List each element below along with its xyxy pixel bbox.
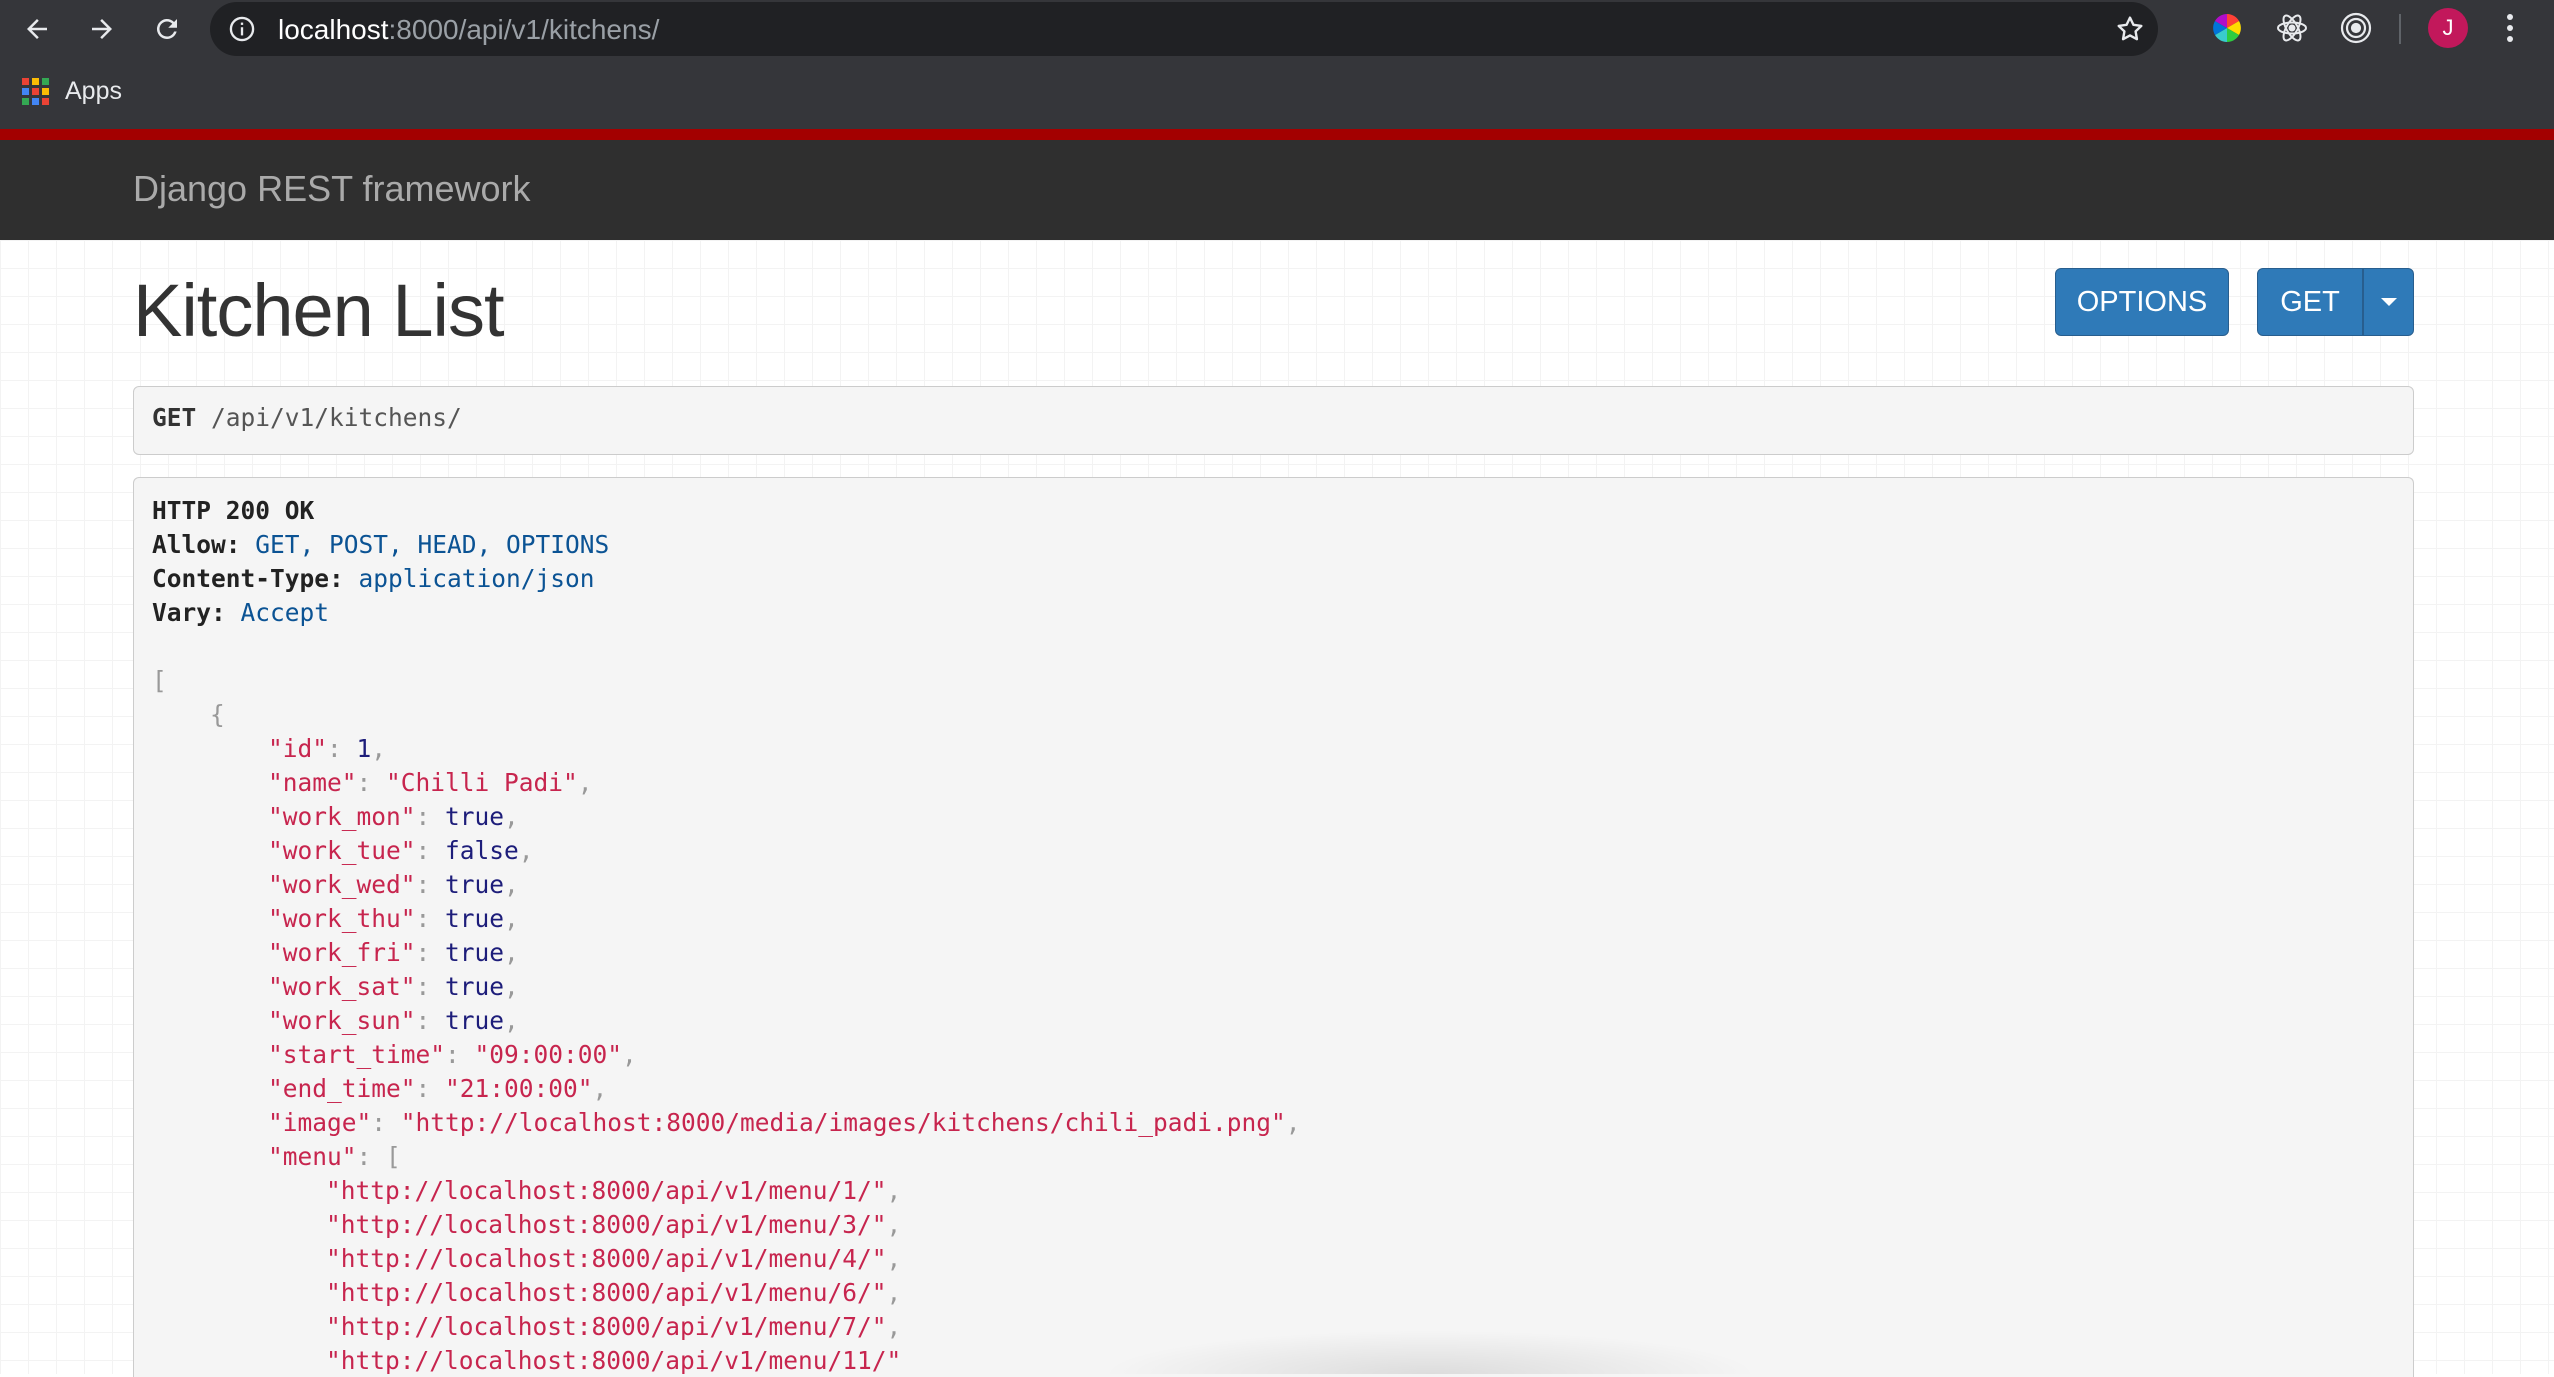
brand-link[interactable]: Django REST framework [133,168,530,210]
header-row: Allow: GET, POST, HEAD, OPTIONS [152,530,610,559]
forward-arrow-icon[interactable] [79,6,125,52]
json-field: "work_mon": true, [268,802,519,831]
request-method: GET [152,403,197,432]
json-field: "work_tue": false, [268,836,534,865]
react-devtools-icon[interactable] [2274,10,2310,46]
menu-item: "http://localhost:8000/api/v1/menu/4/", [326,1244,902,1273]
json-field: "work_sat": true, [268,972,519,1001]
request-path: /api/v1/kitchens/ [211,403,462,432]
url-text[interactable]: localhost:8000/api/v1/kitchens/ [278,14,659,46]
json-field: "id": 1, [268,734,387,763]
header-row: Content-Type: application/json [152,564,595,593]
json-body: [ [152,666,167,695]
json-field: "work_fri": true, [268,938,519,967]
apps-grid-icon [22,78,49,105]
color-picker-extension-icon[interactable] [2209,10,2245,46]
url-path: :8000/api/v1/kitchens/ [388,14,660,45]
page-title: Kitchen List [133,269,505,352]
target-extension-icon[interactable] [2338,10,2374,46]
site-info-icon[interactable] [228,15,256,48]
apps-shortcut[interactable]: Apps [22,77,122,106]
header-value: Accept [240,598,330,627]
browser-menu-icon[interactable] [2495,8,2525,48]
profile-avatar[interactable]: J [2428,8,2468,48]
browser-toolbar: localhost:8000/api/v1/kitchens/ J [0,0,2554,57]
json-field: "work_wed": true, [268,870,519,899]
menu-link[interactable]: "http://localhost:8000/api/v1/menu/1/" [326,1176,887,1205]
response-status: HTTP 200 OK [152,496,315,525]
menu-link[interactable]: "http://localhost:8000/api/v1/menu/4/" [326,1244,887,1273]
address-bar[interactable]: localhost:8000/api/v1/kitchens/ [210,2,2158,56]
navbar-accent-bar [0,129,2554,140]
back-arrow-icon[interactable] [14,6,60,52]
caret-down-icon [2380,298,2397,306]
url-host: localhost [278,14,389,45]
main-content: Kitchen List OPTIONS GET GET /api/v1/kit… [0,240,2554,1377]
bookmarks-bar: Apps [0,57,2554,129]
json-field: "end_time": "21:00:00", [268,1074,608,1103]
bookmark-star-icon[interactable] [2114,13,2146,50]
response-info: HTTP 200 OK Allow: GET, POST, HEAD, OPTI… [133,477,2414,1377]
toolbar-separator [2399,14,2401,44]
reload-icon[interactable] [144,6,190,52]
json-field-image: "image": "http://localhost:8000/media/im… [268,1108,1301,1137]
options-button[interactable]: OPTIONS [2055,268,2229,336]
header-value: GET, POST, HEAD, OPTIONS [255,530,610,559]
json-field: "name": "Chilli Padi", [268,768,593,797]
menu-link[interactable]: "http://localhost:8000/api/v1/menu/3/" [326,1210,887,1239]
request-info: GET /api/v1/kitchens/ [133,386,2414,455]
bottom-shadow [1100,1330,1760,1374]
image-link[interactable]: "http://localhost:8000/media/images/kitc… [401,1108,1286,1137]
menu-link[interactable]: "http://localhost:8000/api/v1/menu/7/" [326,1312,887,1341]
json-field: "start_time": "09:00:00", [268,1040,637,1069]
header-row: Vary: Accept [152,598,330,627]
json-field: "work_thu": true, [268,904,519,933]
menu-link[interactable]: "http://localhost:8000/api/v1/menu/6/" [326,1278,887,1307]
json-field-menu: "menu": [ [268,1142,401,1171]
get-format-dropdown-button[interactable] [2363,268,2414,336]
menu-link[interactable]: "http://localhost:8000/api/v1/menu/11/" [326,1346,901,1375]
menu-item: "http://localhost:8000/api/v1/menu/1/", [326,1176,902,1205]
header-value: application/json [358,564,595,593]
drf-navbar: Django REST framework [0,140,2554,240]
menu-item: "http://localhost:8000/api/v1/menu/6/", [326,1278,902,1307]
get-button[interactable]: GET [2257,268,2363,336]
menu-item: "http://localhost:8000/api/v1/menu/3/", [326,1210,902,1239]
apps-label: Apps [65,77,122,105]
json-field: "work_sun": true, [268,1006,519,1035]
